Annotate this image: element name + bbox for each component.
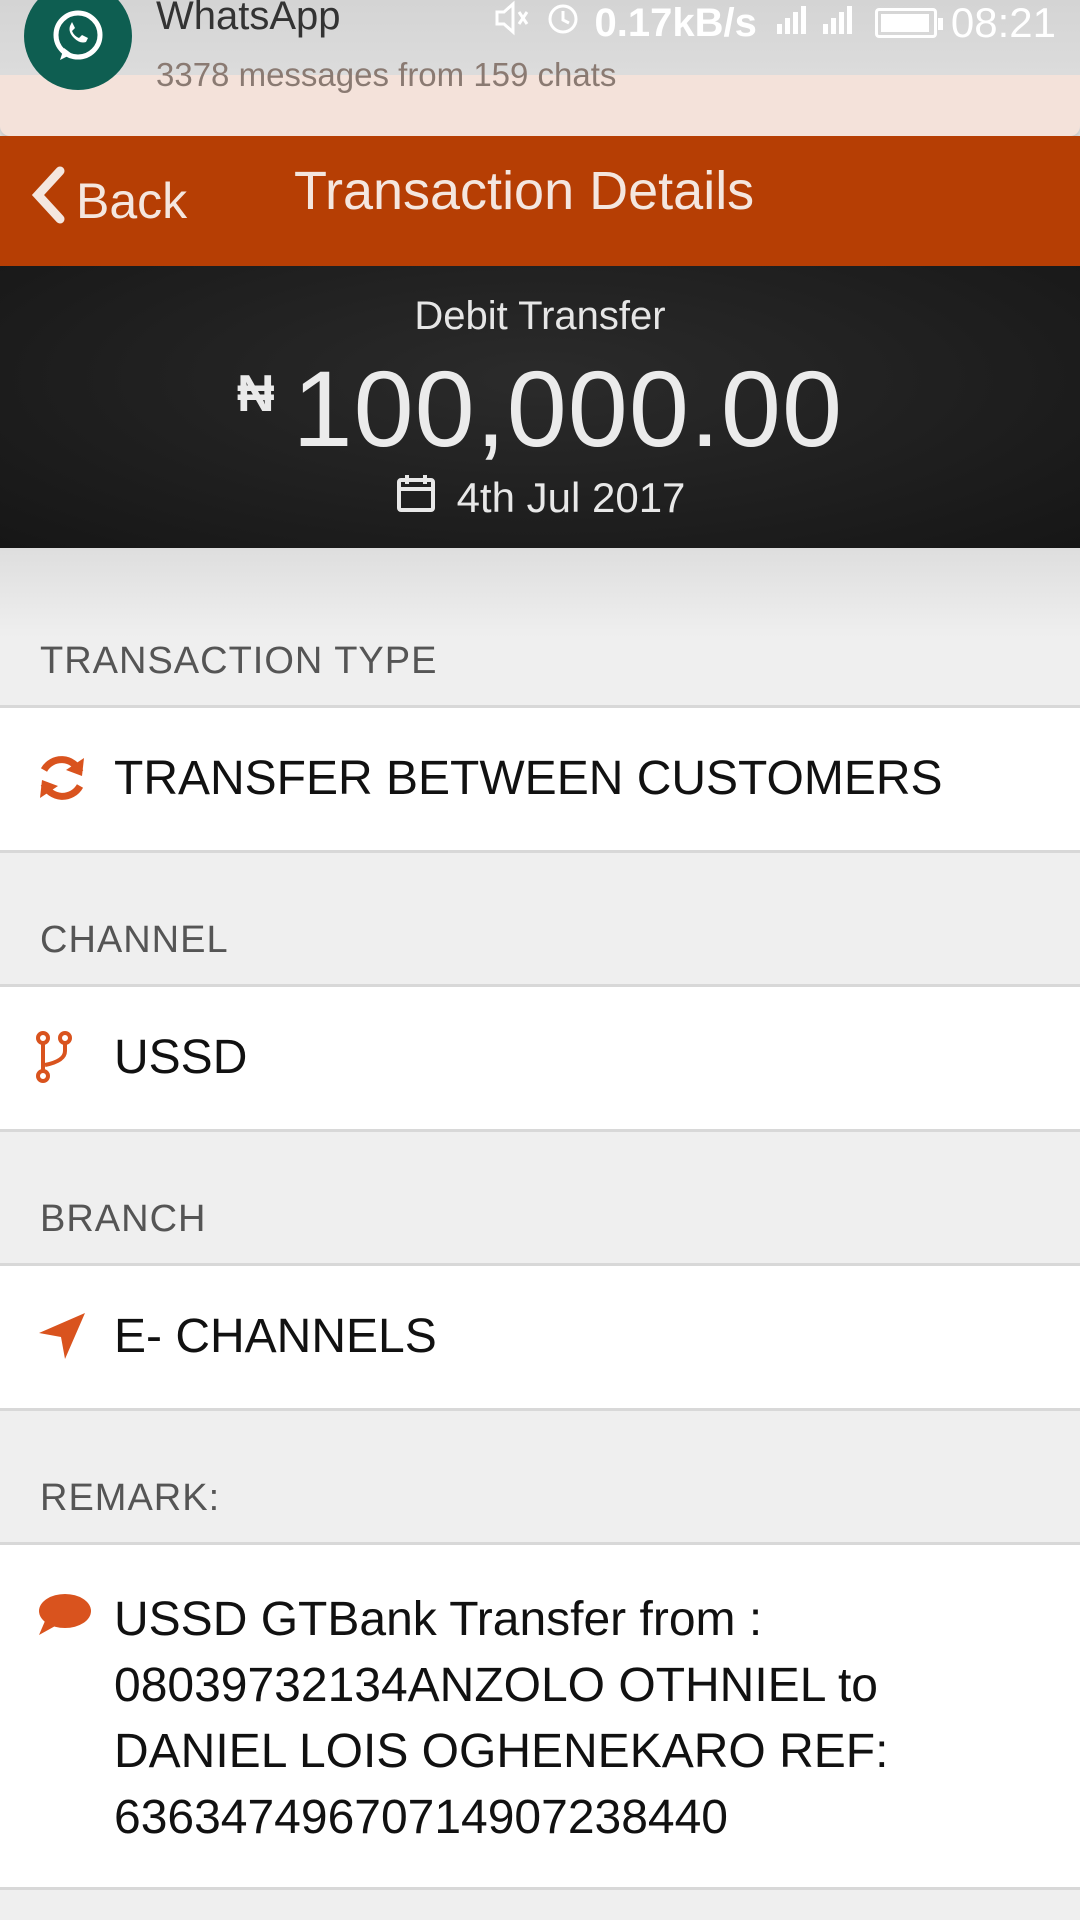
remark-value: USSD GTBank Transfer from : 08039732134A… (114, 1593, 889, 1844)
whatsapp-icon (24, 0, 132, 90)
branch-label: BRANCH (40, 1198, 207, 1240)
channel-row: USSD (0, 984, 1080, 1132)
status-indicators: 0.17kB/s 08:21 (491, 0, 1056, 48)
currency-symbol: ₦ (236, 365, 275, 423)
transaction-kind: Debit Transfer (414, 294, 666, 338)
remark-row: USSD GTBank Transfer from : 08039732134A… (0, 1542, 1080, 1890)
signal-icon (771, 0, 861, 46)
app-header: Back Transaction Details (0, 136, 1080, 266)
network-speed: 0.17kB/s (594, 0, 757, 45)
amount-row: ₦ 100,000.00 (0, 346, 1080, 471)
transaction-type-label: TRANSACTION TYPE (40, 640, 438, 682)
remark-label: REMARK: (40, 1477, 221, 1519)
calendar-icon (395, 472, 437, 524)
status-time: 08:21 (950, 0, 1056, 46)
channel-value: USSD (114, 1031, 248, 1084)
branch-value: E- CHANNELS (114, 1310, 437, 1363)
back-label: Back (76, 173, 188, 229)
refresh-icon (32, 748, 92, 808)
notification-banner[interactable]: WhatsApp 3378 messages from 159 chats 0.… (0, 0, 1080, 136)
back-button[interactable]: Back (30, 166, 187, 236)
date-row: 4th Jul 2017 (0, 472, 1080, 524)
transaction-type-row: TRANSFER BETWEEN CUSTOMERS (0, 705, 1080, 853)
transaction-type-value: TRANSFER BETWEEN CUSTOMERS (114, 752, 943, 805)
comment-icon (32, 1585, 96, 1645)
mute-icon (491, 0, 531, 48)
alarm-icon (545, 0, 581, 46)
notification-app-name: WhatsApp (156, 0, 341, 38)
transaction-date: 4th Jul 2017 (456, 474, 686, 521)
page-title: Transaction Details (294, 161, 755, 221)
transaction-summary: Debit Transfer ₦ 100,000.00 4th Jul 2017 (0, 266, 1080, 548)
branch-row: E- CHANNELS (0, 1263, 1080, 1411)
channel-label: CHANNEL (40, 919, 229, 961)
branch-fork-icon (24, 1027, 84, 1087)
section-shadow (0, 548, 1080, 638)
chevron-left-icon (30, 165, 66, 237)
transaction-amount: 100,000.00 (292, 348, 844, 469)
battery-icon (874, 8, 943, 38)
notification-summary: 3378 messages from 159 chats (156, 56, 617, 93)
location-arrow-icon (32, 1306, 92, 1366)
